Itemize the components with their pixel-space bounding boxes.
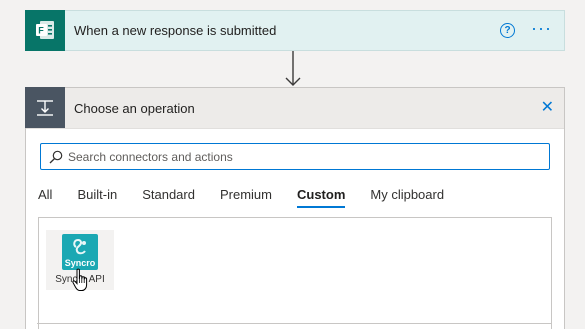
- trigger-title: When a new response is submitted: [74, 23, 277, 38]
- search-box[interactable]: [40, 143, 550, 170]
- hand-cursor-icon: [72, 268, 88, 291]
- tab-all[interactable]: All: [38, 184, 52, 208]
- operation-icon: [25, 87, 65, 128]
- help-icon[interactable]: ?: [500, 23, 516, 38]
- tab-my-clipboard[interactable]: My clipboard: [370, 184, 444, 208]
- forms-icon: F: [25, 9, 65, 51]
- svg-text:F: F: [38, 26, 44, 36]
- search-input[interactable]: [68, 149, 518, 164]
- close-icon[interactable]: ✕: [541, 100, 554, 116]
- operation-header: Choose an operation ✕: [25, 87, 564, 129]
- tab-built-in[interactable]: Built-in: [77, 184, 117, 208]
- search-icon: [49, 150, 63, 163]
- syncro-logo-text: Syncro: [64, 258, 96, 268]
- tab-premium[interactable]: Premium: [220, 184, 272, 208]
- divider: [37, 323, 551, 324]
- more-options-icon[interactable]: ···: [531, 19, 552, 37]
- operation-title: Choose an operation: [74, 100, 195, 116]
- tab-standard[interactable]: Standard: [142, 184, 195, 208]
- tab-custom[interactable]: Custom: [296, 184, 346, 208]
- flow-arrow-icon: [285, 51, 301, 86]
- syncro-logo-icon: Syncro: [62, 234, 98, 270]
- trigger-card[interactable]: F When a new response is submitted ? ···: [25, 9, 565, 51]
- choose-operation-card: Choose an operation ✕ All Built-in Stand…: [25, 87, 565, 329]
- connector-results: Syncro Syncro API: [38, 217, 552, 329]
- category-tabs: All Built-in Standard Premium Custom My …: [38, 184, 469, 208]
